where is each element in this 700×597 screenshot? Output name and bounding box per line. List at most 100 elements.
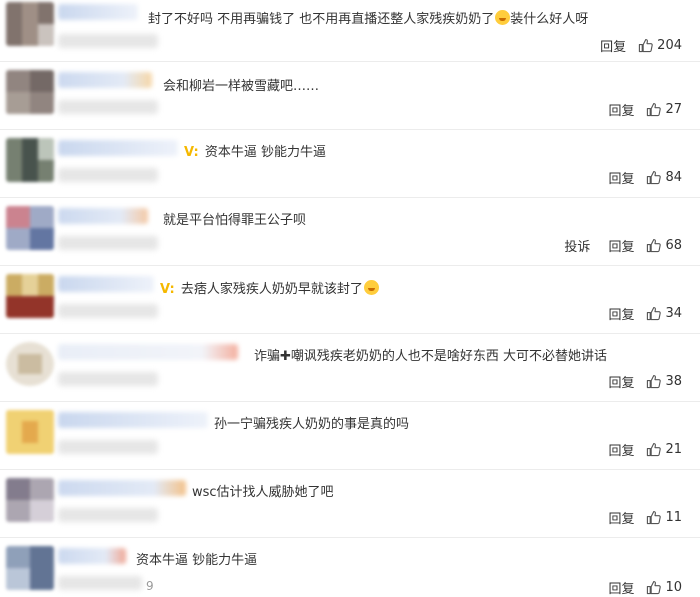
timestamp xyxy=(58,440,158,454)
grin-emoji-icon xyxy=(495,10,511,25)
vip-badge: V: xyxy=(160,282,175,297)
timestamp xyxy=(58,236,158,250)
timestamp xyxy=(58,372,158,386)
username[interactable] xyxy=(58,412,208,428)
comment-actions: 回复 38 xyxy=(590,372,682,391)
comment-text: wsc估计找人威胁她了吧 xyxy=(192,485,334,500)
username[interactable] xyxy=(58,4,138,20)
comment-actions: 回复 34 xyxy=(590,304,682,323)
timestamp xyxy=(58,576,142,590)
username[interactable] xyxy=(58,140,178,156)
timestamp xyxy=(58,304,158,318)
like-count: 204 xyxy=(657,37,682,53)
avatar[interactable] xyxy=(6,70,54,114)
comment-item: 封了不好吗 不用再骗钱了 也不用再直播还整人家残疾奶奶了 装什么好人呀 回复 20… xyxy=(0,0,700,62)
report-button[interactable]: 投诉 xyxy=(564,236,590,255)
username[interactable] xyxy=(58,344,238,360)
reply-button[interactable]: 回复 xyxy=(608,168,634,187)
like-button[interactable]: 34 xyxy=(646,306,682,321)
comment-item: 会和柳岩一样被雪藏吧…… 回复 27 xyxy=(0,62,700,130)
comment-item: 资本牛逼 钞能力牛逼 9 回复 10 xyxy=(0,538,700,597)
comment-actions: 回复 21 xyxy=(590,440,682,459)
avatar[interactable] xyxy=(6,342,54,386)
comment-item: V: 资本牛逼 钞能力牛逼 回复 84 xyxy=(0,130,700,198)
comment-text-main: 资本牛逼 钞能力牛逼 xyxy=(204,145,326,160)
username[interactable] xyxy=(58,480,186,496)
like-count: 68 xyxy=(665,237,682,253)
comment-item: 孙一宁骗残疾人奶奶的事是真的吗 回复 21 xyxy=(0,402,700,470)
comment-text: 资本牛逼 钞能力牛逼 xyxy=(136,553,258,568)
like-button[interactable]: 27 xyxy=(646,102,682,117)
thumbs-up-icon xyxy=(647,170,662,184)
thumbs-up-icon xyxy=(647,510,662,524)
avatar[interactable] xyxy=(6,410,54,454)
thumbs-up-icon xyxy=(647,442,662,456)
like-count: 34 xyxy=(665,305,682,321)
timestamp xyxy=(58,34,158,48)
thumbs-up-icon xyxy=(639,38,653,52)
timestamp-fragment: 9 xyxy=(146,579,154,593)
comment-text: 会和柳岩一样被雪藏吧…… xyxy=(163,79,320,94)
like-button[interactable]: 21 xyxy=(646,442,682,457)
reply-button[interactable]: 回复 xyxy=(600,36,626,55)
comment-actions: 回复 27 xyxy=(590,100,682,119)
username[interactable] xyxy=(58,548,126,564)
reply-button[interactable]: 回复 xyxy=(608,372,634,391)
vip-badge: V: xyxy=(184,145,199,160)
like-count: 84 xyxy=(665,169,682,185)
comment-actions: 投诉 回复 68 xyxy=(546,236,682,255)
timestamp xyxy=(58,508,158,522)
comment-text-main: 诈骗 xyxy=(254,349,281,364)
comment-text-main: 去痞人家残疾人奶奶早就该封了 xyxy=(180,282,363,297)
comment-text: 诈骗✚嘲讽残疾老奶奶的人也不是啥好东西 大可不必替她讲话 xyxy=(254,348,607,366)
comment-item: wsc估计找人威胁她了吧 回复 11 xyxy=(0,470,700,538)
like-button[interactable]: 68 xyxy=(646,238,682,253)
like-count: 38 xyxy=(665,373,682,389)
comment-actions: 回复 204 xyxy=(582,36,682,55)
comment-text-tail: 装什么好人呀 xyxy=(510,12,589,27)
reply-button[interactable]: 回复 xyxy=(608,440,634,459)
comment-actions: 回复 84 xyxy=(590,168,682,187)
username[interactable] xyxy=(58,208,148,224)
reply-button[interactable]: 回复 xyxy=(608,578,634,597)
like-count: 21 xyxy=(665,441,682,457)
like-count: 10 xyxy=(665,579,682,595)
comment-item: 诈骗✚嘲讽残疾老奶奶的人也不是啥好东西 大可不必替她讲话 回复 38 xyxy=(0,334,700,402)
heavy-plus-icon: ✚ xyxy=(280,349,291,364)
like-button[interactable]: 84 xyxy=(646,170,682,185)
comment-actions: 回复 11 xyxy=(590,508,682,527)
comment-text-tail: 嘲讽残疾老奶奶的人也不是啥好东西 大可不必替她讲话 xyxy=(290,349,608,364)
like-button[interactable]: 11 xyxy=(646,510,682,525)
reply-button[interactable]: 回复 xyxy=(608,236,634,255)
avatar[interactable] xyxy=(6,2,54,46)
thumbs-up-icon xyxy=(647,306,662,320)
username[interactable] xyxy=(58,276,154,292)
avatar[interactable] xyxy=(6,206,54,250)
like-count: 27 xyxy=(665,101,682,117)
thumbs-up-icon xyxy=(647,102,662,116)
comment-actions: 回复 10 xyxy=(590,578,682,597)
grin-emoji-icon xyxy=(363,280,379,295)
reply-button[interactable]: 回复 xyxy=(608,304,634,323)
username[interactable] xyxy=(58,72,152,88)
avatar[interactable] xyxy=(6,138,54,182)
like-button[interactable]: 204 xyxy=(638,38,682,53)
timestamp xyxy=(58,168,158,182)
comment-item: V: 去痞人家残疾人奶奶早就该封了 回复 34 xyxy=(0,266,700,334)
avatar[interactable] xyxy=(6,478,54,522)
comment-text: 孙一宁骗残疾人奶奶的事是真的吗 xyxy=(214,417,410,432)
comment-text: 封了不好吗 不用再骗钱了 也不用再直播还整人家残疾奶奶了 装什么好人呀 xyxy=(148,10,588,29)
avatar[interactable] xyxy=(6,274,54,318)
avatar[interactable] xyxy=(6,546,54,590)
reply-button[interactable]: 回复 xyxy=(608,100,634,119)
comment-item: 就是平台怕得罪王公子呗 投诉 回复 68 xyxy=(0,198,700,266)
comment-text-main: 封了不好吗 不用再骗钱了 也不用再直播还整人家残疾奶奶了 xyxy=(148,12,495,27)
like-button[interactable]: 38 xyxy=(646,374,682,389)
comment-text: V: 去痞人家残疾人奶奶早就该封了 xyxy=(160,280,379,299)
comment-text: 就是平台怕得罪王公子呗 xyxy=(163,213,307,228)
reply-button[interactable]: 回复 xyxy=(608,508,634,527)
timestamp xyxy=(58,100,158,114)
thumbs-up-icon xyxy=(647,374,662,388)
like-button[interactable]: 10 xyxy=(646,580,682,595)
comment-text: V: 资本牛逼 钞能力牛逼 xyxy=(184,144,326,162)
